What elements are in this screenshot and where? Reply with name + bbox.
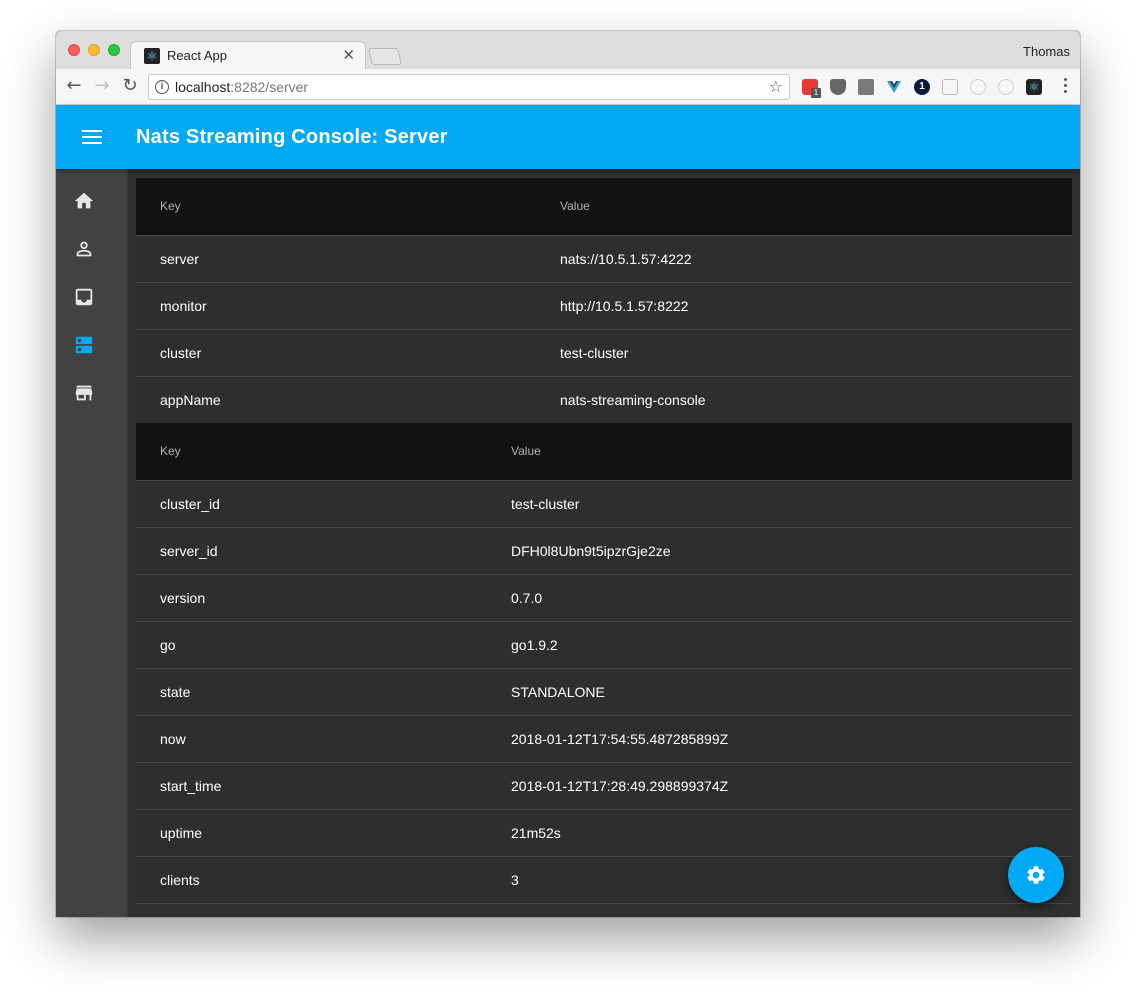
zoom-window-button[interactable]	[108, 44, 120, 56]
column-header-key[interactable]: Key	[136, 423, 487, 481]
page-title: Nats Streaming Console: Server	[136, 126, 448, 148]
row-key: go	[136, 621, 487, 669]
row-value: 3	[487, 856, 1072, 904]
browser-toolbar: ← → ↻ i localhost:8282/server ☆ 1 1 ⚛	[56, 69, 1080, 105]
dns-icon[interactable]	[73, 334, 95, 356]
row-key: uptime	[136, 809, 487, 857]
settings-icon	[1027, 866, 1045, 884]
table-row: go go1.9.2	[136, 621, 1072, 669]
url-path: :8282/server	[230, 79, 309, 95]
row-key: server	[136, 235, 536, 283]
row-value: STANDALONE	[487, 668, 1072, 716]
extension-badge: 1	[811, 88, 821, 98]
pocket-extension-icon[interactable]	[830, 79, 846, 95]
row-value: nats-streaming-console	[560, 391, 706, 408]
table-header-row: Key Value	[136, 423, 1072, 481]
calendar-extension-icon[interactable]: 1	[802, 79, 821, 98]
browser-tab[interactable]: ⚛ React App ✕	[130, 41, 366, 69]
home-icon[interactable]	[73, 190, 95, 212]
table-row: version 0.7.0	[136, 574, 1072, 622]
address-bar[interactable]: i localhost:8282/server ☆	[148, 74, 790, 100]
row-value: 21m52s	[487, 809, 1072, 857]
title-bar: ⚛ React App ✕ Thomas	[56, 31, 1080, 69]
row-value: 2018-01-12T17:28:49.298899374Z	[487, 762, 1072, 810]
vue-devtools-icon[interactable]	[886, 79, 902, 95]
browser-menu-icon[interactable]	[1064, 78, 1068, 96]
row-key: cluster_id	[136, 480, 487, 528]
table-row: cluster test-cluster	[136, 329, 1072, 377]
tab-title: React App	[167, 48, 227, 63]
main-content: Key Value server nats://10.5.1.57:4222 m…	[136, 178, 1072, 904]
row-key: cluster	[136, 329, 536, 377]
react-favicon-icon: ⚛	[144, 48, 160, 64]
row-key: version	[136, 574, 487, 622]
inbox-icon[interactable]	[73, 286, 95, 308]
table-row: server_id DFH0l8Ubn9t5ipzrGje2ze	[136, 527, 1072, 575]
store-icon[interactable]	[73, 382, 95, 404]
table-row: appName nats-streaming-console	[136, 376, 1072, 423]
url-host: localhost	[175, 79, 231, 95]
mail-extension-icon[interactable]	[858, 79, 874, 95]
column-header-value[interactable]: Value	[487, 423, 1072, 481]
table-row: start_time 2018-01-12T17:28:49.298899374…	[136, 762, 1072, 810]
table-row: clients 3	[136, 856, 1072, 904]
table-row: cluster_id test-cluster	[136, 480, 1072, 528]
server-table: Key Value cluster_id test-cluster server…	[136, 423, 1072, 904]
url-text[interactable]: localhost:8282/server	[175, 79, 308, 95]
browser-window: ⚛ React App ✕ Thomas ← → ↻ i localhost:8…	[56, 31, 1080, 917]
row-value: 0.7.0	[487, 574, 1072, 622]
row-value: nats://10.5.1.57:4222	[536, 235, 1072, 283]
close-window-button[interactable]	[68, 44, 80, 56]
app-bar: Nats Streaming Console: Server	[56, 105, 1080, 169]
row-key: clients	[136, 856, 487, 904]
row-value: test-cluster	[536, 329, 1072, 377]
row-key: monitor	[136, 282, 536, 330]
nav-drawer	[56, 169, 128, 917]
reload-icon[interactable]: ↻	[120, 76, 140, 96]
row-value: DFH0l8Ubn9t5ipzrGje2ze	[487, 527, 1072, 575]
profile-name[interactable]: Thomas	[1023, 44, 1070, 59]
grey-circle-extension-icon[interactable]	[970, 79, 986, 95]
row-key: now	[136, 715, 487, 763]
minimize-window-button[interactable]	[88, 44, 100, 56]
grey-extension-icon[interactable]	[942, 79, 958, 95]
settings-button[interactable]	[1008, 847, 1064, 903]
table-row: now 2018-01-12T17:54:55.487285899Z	[136, 715, 1072, 763]
tab-close-icon[interactable]: ✕	[342, 46, 355, 64]
column-header-key[interactable]: Key	[136, 178, 536, 236]
bookmark-star-icon[interactable]: ☆	[769, 77, 783, 96]
table-row: state STANDALONE	[136, 668, 1072, 716]
menu-icon[interactable]	[82, 130, 102, 148]
row-value: 2018-01-12T17:54:55.487285899Z	[487, 715, 1072, 763]
react-devtools-icon[interactable]: ⚛	[1026, 79, 1042, 95]
table-row: monitor http://10.5.1.57:8222	[136, 282, 1072, 330]
table-header-row: Key Value	[136, 178, 1072, 236]
row-value: go1.9.2	[487, 621, 1072, 669]
row-value: http://10.5.1.57:8222	[536, 282, 1072, 330]
forward-arrow-icon[interactable]: →	[92, 76, 112, 96]
grey-target-extension-icon[interactable]	[998, 79, 1014, 95]
row-key: appName	[160, 391, 221, 408]
new-tab-button[interactable]	[368, 48, 402, 65]
back-arrow-icon[interactable]: ←	[64, 76, 84, 96]
column-header-value[interactable]: Value	[536, 178, 1072, 236]
table-row: uptime 21m52s	[136, 809, 1072, 857]
onepassword-icon[interactable]: 1	[914, 79, 930, 95]
row-value: test-cluster	[487, 480, 1072, 528]
person-icon[interactable]	[73, 238, 95, 260]
row-key: state	[136, 668, 487, 716]
row-key: server_id	[136, 527, 487, 575]
row-key: start_time	[136, 762, 487, 810]
info-icon[interactable]: i	[155, 80, 169, 94]
table-row: server nats://10.5.1.57:4222	[136, 235, 1072, 283]
config-table: Key Value server nats://10.5.1.57:4222 m…	[136, 178, 1072, 423]
